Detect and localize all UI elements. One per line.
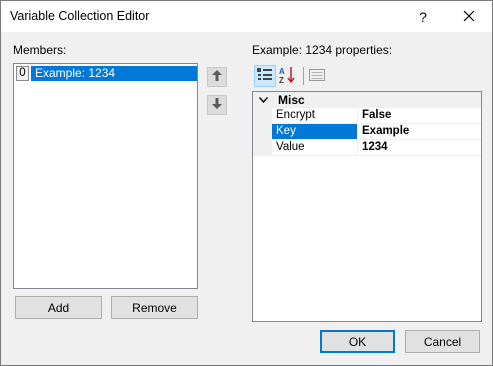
collapse-chevron-icon[interactable] [257,93,269,107]
property-row[interactable]: Value 1234 [253,140,481,156]
property-row[interactable]: Encrypt False [253,108,481,124]
alphabetical-button[interactable]: A Z [277,65,299,87]
window-title: Variable Collection Editor [10,9,150,23]
help-button[interactable]: ? [400,1,446,32]
alphabetical-icon: A Z [279,66,297,87]
add-button[interactable]: Add [15,296,102,319]
move-down-icon [212,98,222,112]
cancel-button[interactable]: Cancel [405,330,480,353]
property-name[interactable]: Key [272,124,358,140]
svg-text:Z: Z [279,76,284,84]
members-list[interactable]: 0 Example: 1234 [13,63,198,289]
close-button[interactable] [446,1,492,32]
help-icon: ? [419,8,427,25]
member-index: 0 [16,66,29,81]
move-up-button[interactable] [207,67,227,87]
property-name[interactable]: Value [272,140,358,156]
property-grid[interactable]: Misc Encrypt False Key Example Value 123… [252,91,482,322]
categorized-icon [257,67,273,85]
property-value[interactable]: Example [359,124,481,140]
move-up-icon [212,70,222,84]
property-value[interactable]: 1234 [359,140,481,156]
remove-button[interactable]: Remove [111,296,198,319]
properties-label: Example: 1234 properties: [252,43,393,57]
ok-button[interactable]: OK [320,330,395,353]
member-name[interactable]: Example: 1234 [31,66,197,81]
svg-text:A: A [279,67,285,76]
row-gutter [253,140,272,156]
close-icon [463,9,475,25]
category-name: Misc [278,93,305,107]
list-item[interactable]: 0 Example: 1234 [15,66,197,81]
move-down-button[interactable] [207,95,227,115]
title-bar: Variable Collection Editor ? [1,1,492,32]
property-name[interactable]: Encrypt [272,108,358,124]
property-toolbar: A Z [252,65,482,89]
row-gutter [253,108,272,124]
property-pages-icon [309,68,325,85]
category-row[interactable]: Misc [253,92,481,108]
property-row[interactable]: Key Example [253,124,481,140]
property-value[interactable]: False [359,108,481,124]
toolbar-divider [303,67,304,85]
dialog-window: Variable Collection Editor ? Members: 0 … [0,0,493,366]
property-pages-button[interactable] [306,65,328,87]
categorized-button[interactable] [254,65,276,87]
row-gutter [253,124,272,140]
members-label: Members: [13,43,67,57]
